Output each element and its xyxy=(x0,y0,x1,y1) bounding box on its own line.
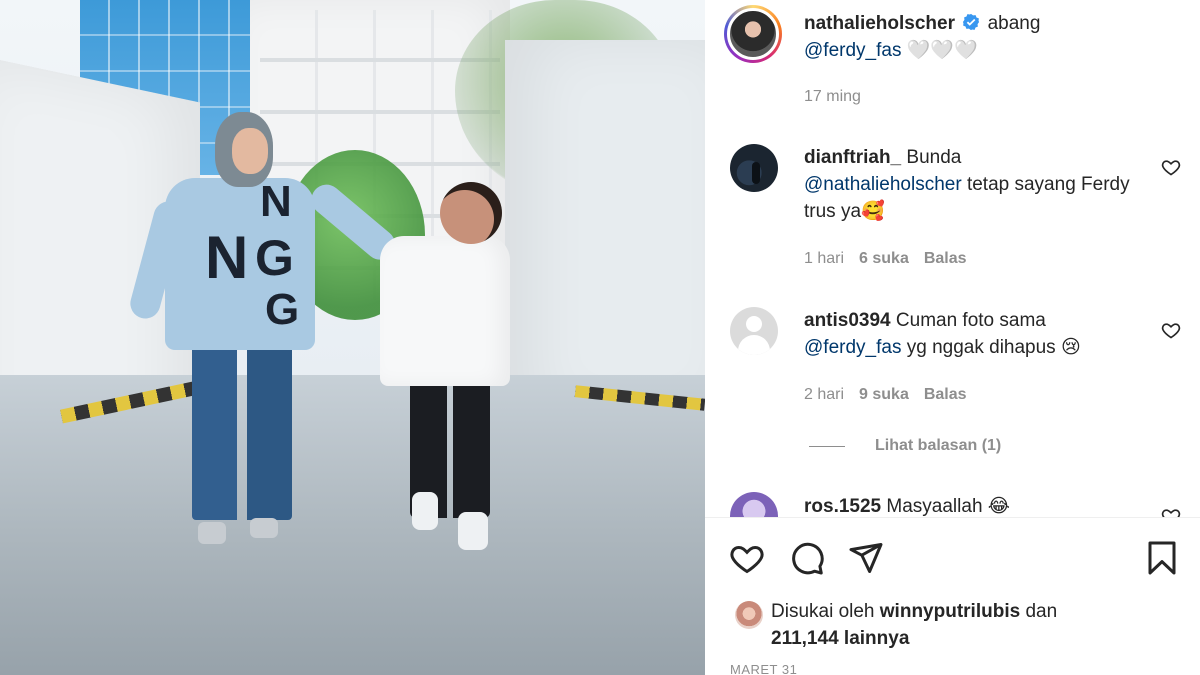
comment-meta: 1 hari 6 suka Balas xyxy=(804,250,967,268)
comment-body: Bunda xyxy=(906,147,962,168)
comment-reply-button[interactable]: Balas xyxy=(924,386,967,404)
comment-body: Cuman foto sama xyxy=(895,310,1046,331)
view-replies-label: Lihat balasan (1) xyxy=(875,437,1002,454)
caption-username[interactable]: nathalieholscher xyxy=(804,13,955,34)
comment-username[interactable]: dianftriah_ xyxy=(804,147,901,168)
photo-woman-shirt: N N G G xyxy=(165,178,315,350)
post-side-panel: nathalieholscher abang @ferdy_fas 🤍🤍🤍 17… xyxy=(705,0,1200,675)
comment-like-heart-icon[interactable] xyxy=(1161,157,1181,177)
shirt-letter: N xyxy=(205,224,249,291)
section-divider xyxy=(705,517,1200,518)
caption-hearts: 🤍🤍🤍 xyxy=(906,40,978,61)
caption-age[interactable]: 17 ming xyxy=(804,88,861,106)
comment-avatar[interactable] xyxy=(730,144,778,192)
comments-list[interactable]: nathalieholscher abang @ferdy_fas 🤍🤍🤍 17… xyxy=(705,0,1200,517)
view-replies-button[interactable]: Lihat balasan (1) xyxy=(809,437,1001,455)
comment-likes[interactable]: 9 suka xyxy=(859,386,909,404)
comment-mention[interactable]: @ferdy_fas xyxy=(804,337,901,358)
comment-text: ros.1525 Masyaallah 😂 xyxy=(804,493,1144,517)
post-action-bar xyxy=(705,530,1200,586)
comment-like-heart-icon[interactable] xyxy=(1161,320,1181,340)
comment-body: Masyaallah 😂 xyxy=(886,496,1010,517)
comment-time[interactable]: 1 hari xyxy=(804,250,844,268)
photo-woman-shoe xyxy=(198,522,226,544)
caption-text: nathalieholscher abang @ferdy_fas 🤍🤍🤍 xyxy=(804,10,1144,64)
photo-right-wall xyxy=(505,40,705,420)
comment-icon[interactable] xyxy=(789,540,825,576)
verified-badge-icon xyxy=(963,13,980,31)
post-date[interactable]: MARET 31 xyxy=(730,662,797,675)
comment-username[interactable]: ros.1525 xyxy=(804,496,881,517)
photo-woman-shoe xyxy=(250,518,278,538)
photo-boy-head xyxy=(440,182,502,244)
comment-likes[interactable]: 6 suka xyxy=(859,250,909,268)
likes-conj: dan xyxy=(1025,601,1058,622)
likes-text: Disukai oleh winnyputrilubis dan 211,144… xyxy=(771,598,1057,652)
shirt-letter: G xyxy=(255,230,294,286)
photo-boy-shoe xyxy=(412,492,438,530)
comment-time[interactable]: 2 hari xyxy=(804,386,844,404)
liker-avatar[interactable] xyxy=(735,601,763,629)
likes-summary: Disukai oleh winnyputrilubis dan 211,144… xyxy=(735,598,1057,652)
photo-road xyxy=(0,375,705,675)
comment-like-heart-icon[interactable] xyxy=(1161,506,1181,517)
comment-username[interactable]: antis0394 xyxy=(804,310,891,331)
likes-count[interactable]: 211,144 lainnya xyxy=(771,628,909,649)
shirt-letter: N xyxy=(260,177,292,226)
liker-username[interactable]: winnyputrilubis xyxy=(880,601,1020,622)
comment-avatar[interactable] xyxy=(730,492,778,517)
bookmark-icon[interactable] xyxy=(1144,540,1180,576)
caption-mention[interactable]: @ferdy_fas xyxy=(804,40,901,61)
replies-divider xyxy=(809,445,845,447)
post-photo[interactable]: N N G G xyxy=(0,0,705,675)
caption-avatar[interactable] xyxy=(724,5,782,63)
comment-text: antis0394 Cuman foto sama @ferdy_fas yg … xyxy=(804,307,1144,361)
photo-boy-shirt xyxy=(380,236,510,386)
photo-boy-shoe xyxy=(458,512,488,550)
comment-reply-button[interactable]: Balas xyxy=(924,250,967,268)
comment-mention[interactable]: @nathalieholscher xyxy=(804,174,962,195)
photo-woman-face xyxy=(232,128,268,174)
comment-meta: 2 hari 9 suka Balas xyxy=(804,386,967,404)
share-icon[interactable] xyxy=(848,540,884,576)
comment-text: dianftriah_ Bunda @nathalieholscher teta… xyxy=(804,144,1144,225)
photo-woman-jeans xyxy=(192,340,292,520)
shirt-letter: G xyxy=(265,285,300,334)
avatar-image xyxy=(727,8,779,60)
likes-prefix: Disukai oleh xyxy=(771,601,875,622)
comment-avatar[interactable] xyxy=(730,307,778,355)
like-heart-icon[interactable] xyxy=(729,540,765,576)
caption-body: abang xyxy=(987,13,1041,34)
caption-meta: 17 ming xyxy=(804,88,861,106)
comment-body: yg nggak dihapus 😢 xyxy=(906,337,1081,358)
